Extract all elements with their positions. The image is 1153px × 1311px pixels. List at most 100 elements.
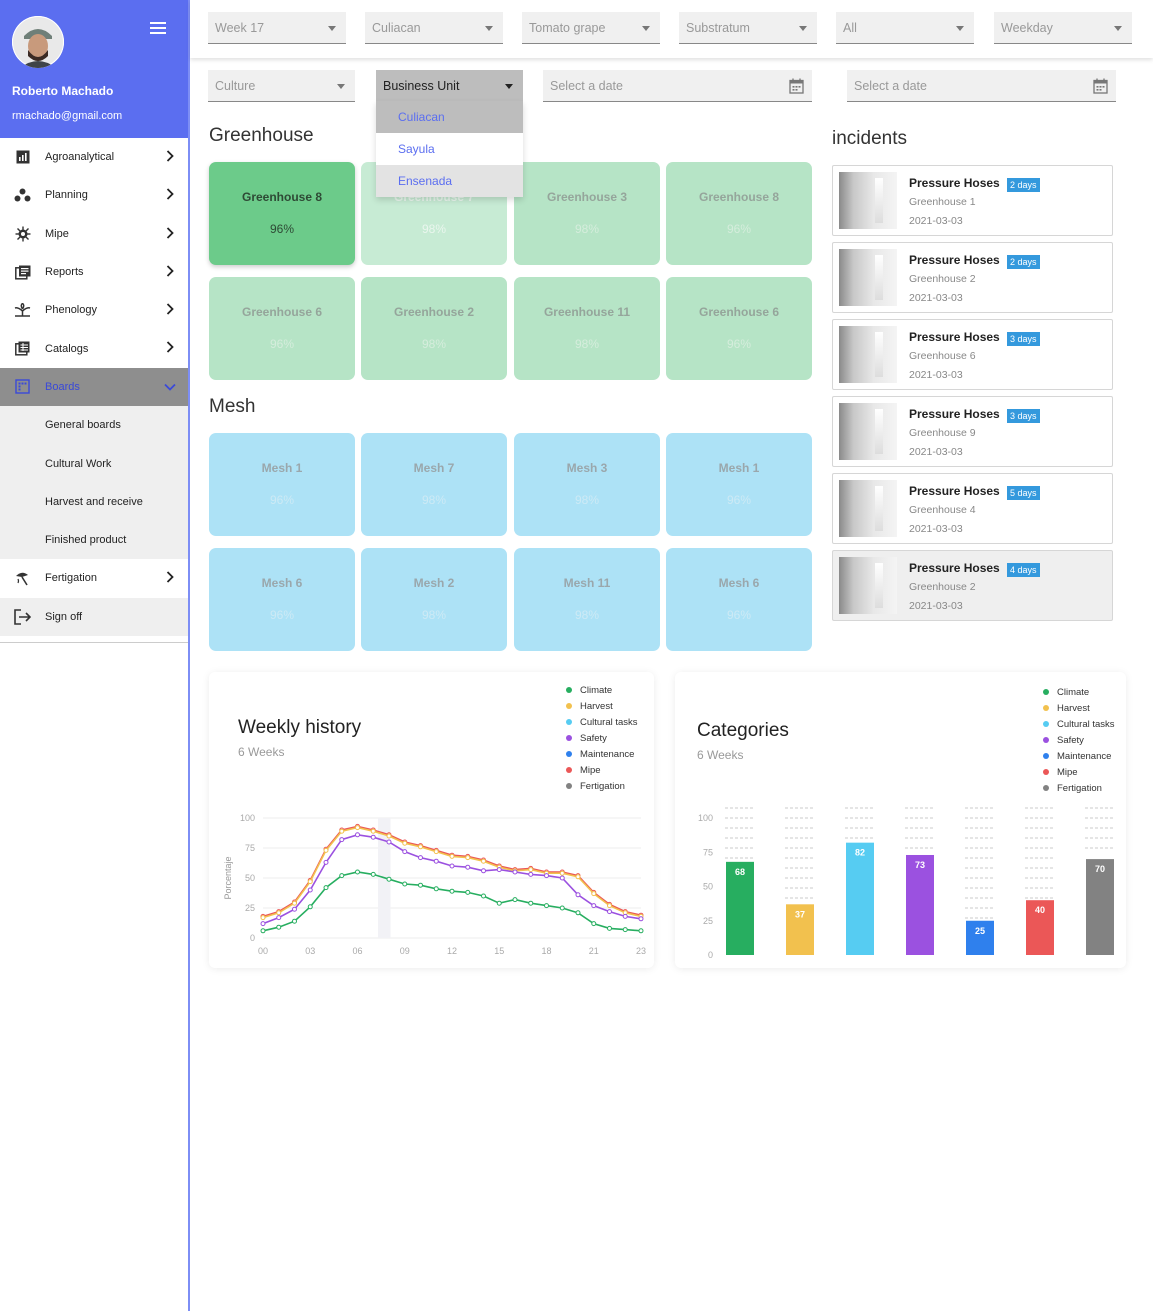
data-point (591, 921, 597, 927)
data-point (481, 868, 486, 874)
business-select[interactable]: Culiacan (365, 12, 503, 44)
incident-photo (839, 249, 897, 306)
substrate-select[interactable]: Substratum (679, 12, 817, 44)
card-value: 96% (726, 493, 752, 507)
dropdown-arrow-icon (328, 26, 336, 31)
card-value: 98% (421, 222, 447, 236)
nav-item-phenology[interactable]: Phenology (0, 291, 188, 329)
data-point (496, 867, 502, 873)
incident-item[interactable]: Pressure Hoses 5 days Greenhouse 4 2021-03-… (832, 473, 1113, 544)
data-point (355, 832, 360, 838)
greenhouse-card[interactable]: Greenhouse 8 96% (209, 162, 355, 265)
card-value: 98% (421, 337, 447, 351)
greenhouse-card[interactable]: Greenhouse 6 96% (209, 277, 355, 380)
card-title: Mesh 3 (566, 461, 608, 475)
data-point (276, 915, 282, 921)
data-point (292, 900, 297, 906)
menu-icon[interactable] (150, 22, 166, 37)
greenhouse-card[interactable]: Greenhouse 2 98% (361, 277, 507, 380)
incident-item[interactable]: Pressure Hoses 3 days Greenhouse 9 2021-03-… (832, 396, 1113, 467)
incident-date: 2021-03-03 (909, 215, 963, 227)
nav-item-label: Boards (45, 380, 80, 393)
option-sayula[interactable]: Sayula (376, 133, 523, 165)
incident-item[interactable]: Pressure Hoses 4 days Greenhouse 2 2021-03-… (832, 550, 1113, 621)
nav-item-mipe[interactable]: Mipe (0, 215, 188, 253)
sub-item-general-boards[interactable]: General boards (0, 406, 188, 445)
data-point (323, 847, 329, 853)
card-title: Greenhouse 3 (546, 190, 628, 204)
data-point (512, 869, 518, 875)
mesh-card[interactable]: Mesh 2 98% (361, 548, 507, 651)
x-tick-label: 06 (352, 946, 362, 956)
nav-item-planning[interactable]: Planning (0, 176, 188, 214)
greenhouse-card[interactable]: Greenhouse 8 96% (666, 162, 812, 265)
data-point (622, 927, 628, 933)
mesh-card[interactable]: Mesh 11 98% (514, 548, 660, 651)
data-point (307, 904, 313, 910)
weekday-select[interactable]: Weekday (994, 12, 1132, 44)
mesh-card[interactable]: Mesh 7 98% (361, 433, 507, 536)
chevron-right-icon (166, 188, 174, 200)
dropdown-arrow-icon (337, 84, 345, 89)
nav-item-sign-off[interactable]: Sign off (0, 597, 188, 636)
end-date-input[interactable]: Select a date (847, 70, 1116, 102)
data-point (528, 871, 534, 877)
data-point (591, 891, 597, 897)
days-badge: 3 days (1007, 409, 1040, 423)
mesh-card[interactable]: Mesh 6 96% (666, 548, 812, 651)
scope-select[interactable]: All (836, 12, 974, 44)
mesh-card[interactable]: Mesh 3 98% (514, 433, 660, 536)
incident-item[interactable]: Pressure Hoses 2 days Greenhouse 2 2021-03-… (832, 242, 1113, 313)
greenhouse-card[interactable]: Greenhouse 11 98% (514, 277, 660, 380)
avatar[interactable] (12, 16, 64, 68)
data-point (575, 874, 581, 880)
sub-item-finished-product[interactable]: Finished product (0, 520, 188, 560)
bar-chart: 0 25 50 75 100 68 37 82 73 25 40 70 (698, 807, 1115, 960)
nav-item-label: Reports (45, 266, 84, 279)
data-point (559, 870, 565, 876)
sub-item-cultural-work[interactable]: Cultural Work (0, 444, 188, 483)
data-point (638, 916, 644, 922)
culture-select[interactable]: Culture (208, 70, 355, 102)
dropdown-arrow-icon (642, 26, 650, 31)
data-point (465, 864, 471, 870)
x-tick-label: 21 (589, 946, 599, 956)
incident-photo (839, 172, 897, 229)
y-tick-label: 75 (245, 843, 255, 853)
calendar-icon[interactable] (1093, 78, 1108, 94)
data-point (433, 886, 439, 892)
incident-item[interactable]: Pressure Hoses 3 days Greenhouse 6 2021-03-… (832, 319, 1113, 390)
data-point (307, 887, 313, 893)
greenhouse-title: Greenhouse (209, 125, 314, 146)
nav-item-reports[interactable]: Reports (0, 253, 188, 291)
option-ensenada[interactable]: Ensenada (376, 165, 523, 197)
mesh-card[interactable]: Mesh 6 96% (209, 548, 355, 651)
sub-item-harvest-receive[interactable]: Harvest and receive (0, 482, 188, 521)
nav-item-catalogs[interactable]: Catalogs (0, 329, 188, 367)
plant-icon (14, 302, 31, 319)
incident-title: Pressure Hoses (909, 561, 1000, 575)
mesh-card[interactable]: Mesh 1 96% (666, 433, 812, 536)
nav-item-agroanalytical[interactable]: Agroanalytical (0, 138, 188, 176)
user-email: rmachado@gmail.com (12, 110, 123, 122)
y-tick-label: 100 (698, 813, 713, 823)
mesh-title: Mesh (209, 396, 256, 417)
option-culiacan[interactable]: Culiacan (376, 101, 523, 133)
mesh-card[interactable]: Mesh 1 96% (209, 433, 355, 536)
greenhouse-card[interactable]: Greenhouse 6 96% (666, 277, 812, 380)
data-point (260, 928, 266, 934)
data-point (544, 873, 549, 879)
nav-item-label: Catalogs (45, 342, 89, 355)
crop-select[interactable]: Tomato grape (522, 12, 660, 44)
start-date-input[interactable]: Select a date (543, 70, 812, 102)
card-value: 98% (421, 608, 447, 622)
greenhouse-card[interactable]: Greenhouse 3 98% (514, 162, 660, 265)
card-value: 96% (269, 337, 295, 351)
nav-item-boards[interactable]: Boards (0, 367, 188, 407)
x-tick-label: 18 (541, 946, 551, 956)
incident-item[interactable]: Pressure Hoses 2 days Greenhouse 1 2021-03-… (832, 165, 1113, 236)
business-unit-select[interactable]: Business Unit (376, 70, 523, 102)
nav-item-fertigation[interactable]: Fertigation (0, 559, 188, 597)
calendar-icon[interactable] (789, 78, 804, 94)
week-select[interactable]: Week 17 (208, 12, 346, 44)
